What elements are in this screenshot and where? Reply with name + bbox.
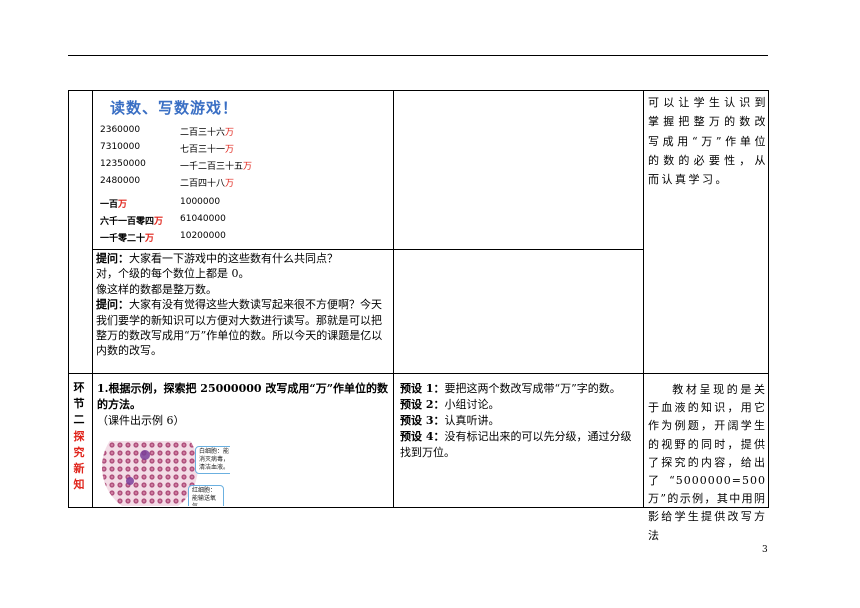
game-number: 2360000 bbox=[100, 125, 141, 135]
game-words: 二百四十八万 bbox=[180, 179, 235, 189]
table-left-border bbox=[68, 90, 69, 508]
game-title: 读数、写数游戏！ bbox=[110, 99, 239, 117]
design-note-2: 教材呈现的是关于血液的知识，用它作为例题，开阔学生的视野的同时，提供了探究的内容… bbox=[648, 383, 766, 542]
game-words: 一千零二十万 bbox=[100, 234, 155, 244]
preset-3: 预设 3：认真听讲。 bbox=[400, 414, 500, 427]
question-line-1: 提问：大家看一下游戏中的这些数有什么共同点？ bbox=[96, 252, 338, 265]
game-number: 61040000 bbox=[180, 214, 226, 224]
row-divider-section bbox=[68, 373, 768, 374]
red-cell-callout: 红细胞：能输送氧气。 bbox=[188, 485, 224, 506]
game-words: 二百三十六万 bbox=[180, 128, 235, 138]
explore-sub: （课件出示例 6） bbox=[97, 414, 185, 427]
header-rule bbox=[68, 55, 768, 56]
question-line-4: 提问：大家有没有觉得这些大数读写起来很不方便啊？今天我们要学的新知识可以方便对大… bbox=[96, 298, 383, 358]
section-label: 环节二探究新知 bbox=[73, 381, 85, 492]
game-words: 一百万 bbox=[100, 200, 128, 210]
page-number: 3 bbox=[762, 545, 768, 555]
question-line-3: 像这样的数都是整万数。 bbox=[96, 282, 217, 296]
column-divider-2 bbox=[393, 90, 394, 508]
row-divider-inner bbox=[92, 249, 643, 250]
design-note-1: 可以让学生认识到掌握把整万的数改写成用“万”作单位的数的必要性，从而认真学习。 bbox=[648, 96, 768, 187]
game-number: 10200000 bbox=[180, 231, 226, 241]
column-divider-3 bbox=[643, 90, 644, 508]
question-block: 提问：大家看一下游戏中的这些数有什么共同点？ 对，个级的每个数位上都是 0。 像… bbox=[96, 251, 390, 359]
game-words: 一千二百三十五万 bbox=[180, 162, 253, 172]
game-number: 2480000 bbox=[100, 176, 141, 186]
game-number: 1000000 bbox=[180, 197, 221, 207]
game-number: 7310000 bbox=[100, 142, 141, 152]
explore-heading: 1.根据示例，探索把 25000000 改写成用“万”作单位的数的方法。 bbox=[97, 382, 389, 411]
game-words: 七百三十一万 bbox=[180, 145, 235, 155]
question-line-2: 对，个级的每个数位上都是 0。 bbox=[96, 267, 250, 281]
game-number: 12350000 bbox=[100, 159, 146, 169]
table-top-border bbox=[68, 90, 768, 91]
preset-1: 预设 1：要把这两个数改写成带“万”字的数。 bbox=[400, 382, 621, 395]
explore-block: 1.根据示例，探索把 25000000 改写成用“万”作单位的数的方法。 （课件… bbox=[97, 381, 391, 429]
preset-4: 预设 4：没有标记出来的可以先分级，通过分级找到万位。 bbox=[400, 430, 632, 459]
column-divider-1 bbox=[92, 90, 93, 508]
game-words: 六千一百零四万 bbox=[100, 217, 164, 227]
presets-block: 预设 1：要把这两个数改写成带“万”字的数。 预设 2：小组讨论。 预设 3：认… bbox=[400, 381, 640, 461]
white-cell-callout: 白细胞：能消灭病毒，清洁血液。 bbox=[195, 446, 230, 474]
table-right-border bbox=[768, 90, 769, 508]
preset-2: 预设 2：小组讨论。 bbox=[400, 398, 500, 411]
blood-cell-image: 白细胞：能消灭病毒，清洁血液。 红细胞：能输送氧气。 bbox=[100, 441, 230, 506]
